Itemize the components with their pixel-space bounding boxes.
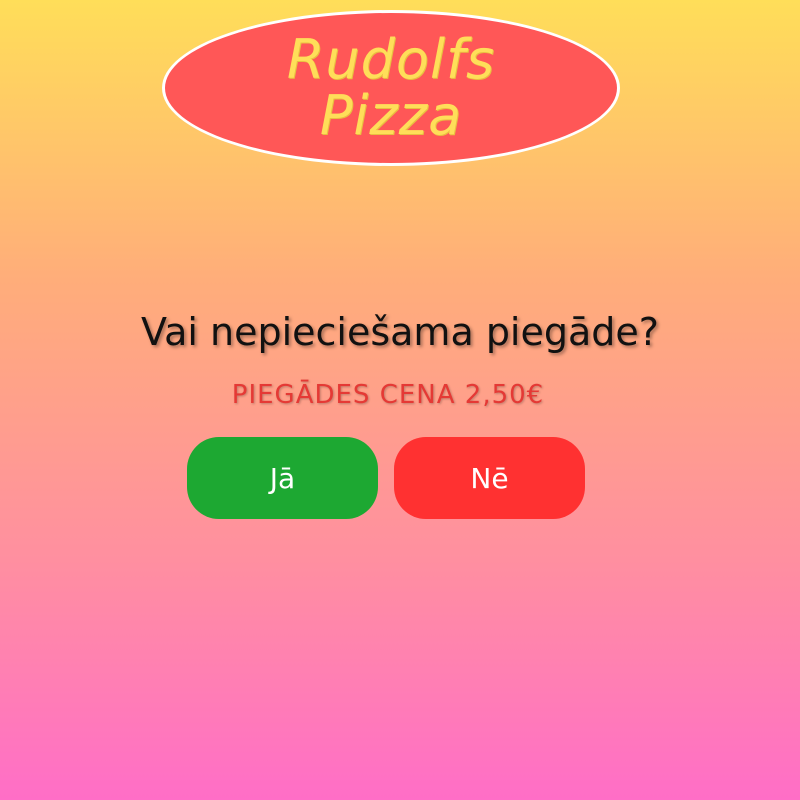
logo-line-2: Pizza <box>319 84 463 147</box>
no-button[interactable]: Nē <box>394 437 585 519</box>
delivery-question: Vai nepieciešama piegāde? <box>141 310 659 354</box>
delivery-price-note: PIEGĀDES CENA 2,50€ <box>231 380 545 410</box>
logo-line-1: Rudolfs <box>286 28 496 91</box>
rudolfs-pizza-logo: Rudolfs Pizza <box>162 10 620 166</box>
yes-button[interactable]: Jā <box>187 437 378 519</box>
